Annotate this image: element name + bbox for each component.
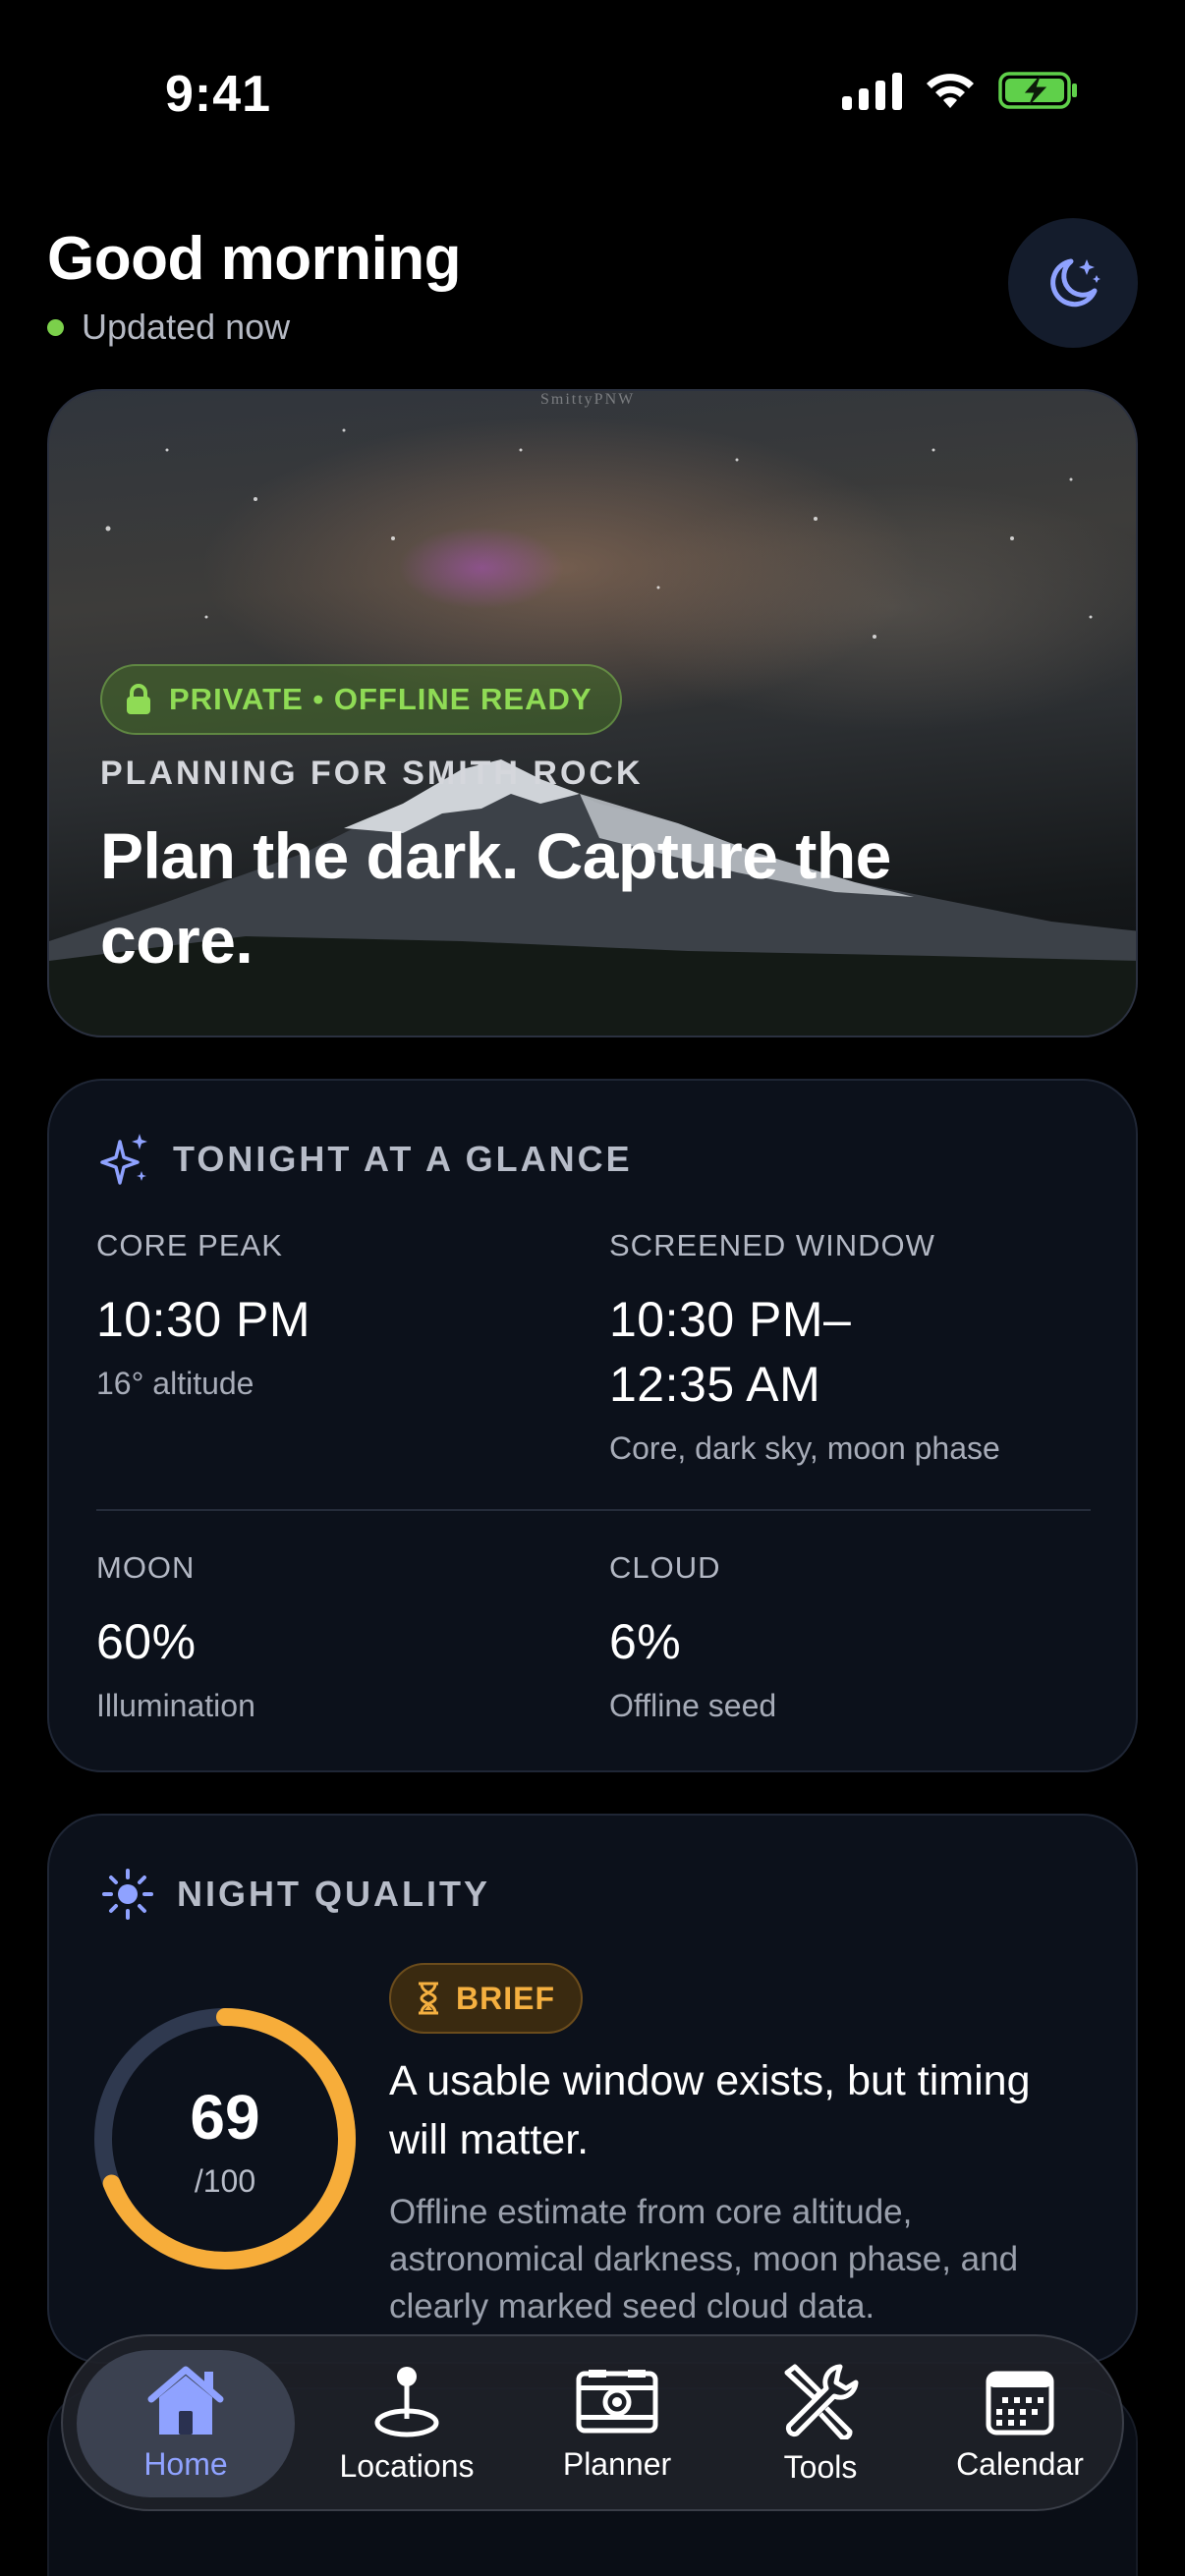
cloud-label: CLOUD (609, 1550, 721, 1585)
moon-stat: MOON 60% Illumination (96, 1550, 255, 1724)
photo-watermark: SmittyPNW (540, 391, 636, 408)
privacy-badge-label: PRIVATE • OFFLINE READY (169, 682, 592, 716)
tab-home[interactable]: Home (77, 2350, 295, 2497)
window-label: SCREENED WINDOW (609, 1228, 935, 1262)
bottom-tab-bar: Home Locations Planner Tools Calendar (61, 2334, 1124, 2511)
cloud-value: 6% (609, 1614, 682, 1669)
status-bar: 9:41 (0, 0, 1185, 187)
night-quality-detail: Offline estimate from core altitude, ast… (389, 2193, 1019, 2325)
planner-icon (576, 2369, 658, 2433)
window-value: 10:30 PM– 12:35 AM (609, 1287, 1000, 1417)
sparkles-icon (100, 1134, 147, 1185)
brief-badge-label: BRIEF (456, 1980, 555, 2016)
quality-score-gauge: 69 /100 (83, 1996, 367, 2281)
tab-calendar-label: Calendar (956, 2445, 1084, 2482)
status-dot-icon (47, 318, 64, 336)
sun-icon (102, 1869, 153, 1920)
glance-heading: TONIGHT AT A GLANCE (173, 1139, 633, 1179)
hero-location-label: PLANNING FOR SMITH ROCK (100, 755, 644, 792)
tools-icon (784, 2364, 859, 2439)
tab-home-label: Home (143, 2445, 228, 2482)
tonight-glance-card[interactable]: TONIGHT AT A GLANCE CORE PEAK 10:30 PM 1… (47, 1079, 1138, 1772)
glance-header: TONIGHT AT A GLANCE (100, 1132, 633, 1187)
moon-label: MOON (96, 1550, 196, 1585)
hero-title: Plan the dark. Capture the core. (100, 819, 891, 977)
cloud-sub: Offline seed (609, 1688, 777, 1723)
tab-calendar[interactable]: Calendar (924, 2350, 1116, 2497)
glance-divider (96, 1509, 1091, 1511)
screened-window-stat: SCREENED WINDOW 10:30 PM– 12:35 AM Core,… (609, 1228, 1000, 1467)
house-icon (147, 2366, 224, 2435)
status-time: 9:41 (165, 66, 272, 123)
quality-score-max: /100 (194, 2163, 256, 2199)
tab-locations[interactable]: Locations (309, 2350, 505, 2497)
greeting-title: Good morning (47, 225, 462, 293)
wifi-icon (927, 74, 974, 108)
night-quality-summary: A usable window exists, but timing will … (389, 2057, 1031, 2163)
night-quality-header: NIGHT QUALITY (100, 1867, 490, 1922)
tab-tools-label: Tools (783, 2448, 858, 2485)
battery-charging-icon (998, 72, 1077, 109)
night-quality-card[interactable]: NIGHT QUALITY 69 /100 BRIEF A usable win… (47, 1814, 1138, 2364)
tab-locations-label: Locations (339, 2447, 475, 2484)
night-mode-button[interactable] (1008, 218, 1138, 348)
moon-stars-icon (1050, 258, 1100, 308)
status-icons (842, 71, 1079, 110)
window-end: 12:35 AM (609, 1357, 821, 1412)
moon-value: 60% (96, 1614, 197, 1669)
hourglass-icon (419, 1982, 438, 2015)
window-start: 10:30 PM– (609, 1292, 852, 1347)
moon-sub: Illumination (96, 1688, 255, 1723)
night-quality-heading: NIGHT QUALITY (177, 1874, 490, 1914)
cloud-stat: CLOUD 6% Offline seed (609, 1550, 776, 1724)
tab-tools[interactable]: Tools (727, 2350, 914, 2497)
window-sub: Core, dark sky, moon phase (609, 1430, 1000, 1466)
core-peak-label: CORE PEAK (96, 1228, 283, 1262)
map-pin-icon (374, 2366, 439, 2436)
core-peak-stat: CORE PEAK 10:30 PM 16° altitude (96, 1228, 310, 1402)
update-status: Updated now (47, 307, 290, 348)
tab-planner-label: Planner (562, 2445, 672, 2482)
core-peak-value: 10:30 PM (96, 1292, 311, 1347)
cellular-signal-icon (842, 71, 902, 110)
brief-badge: BRIEF (389, 1963, 583, 2034)
lock-icon (127, 684, 150, 714)
core-peak-sub: 16° altitude (96, 1366, 254, 1401)
privacy-badge: PRIVATE • OFFLINE READY (100, 664, 622, 735)
tab-planner[interactable]: Planner (519, 2350, 715, 2497)
quality-score: 69 (190, 2082, 260, 2153)
update-status-label: Updated now (82, 307, 291, 347)
calendar-icon (986, 2371, 1054, 2435)
hero-card[interactable]: SmittyPNW PRIVATE • OFFLINE READY PLANNI… (47, 389, 1138, 1037)
